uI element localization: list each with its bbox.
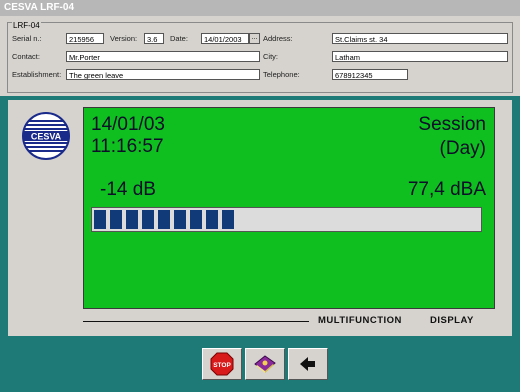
info-form: LRF-04 Serial n.: 215956 Version: 3.6 Da… xyxy=(0,16,520,96)
address-label: Address: xyxy=(263,34,293,43)
manual-button[interactable] xyxy=(245,348,285,380)
establishment-label: Establishment: xyxy=(12,70,62,79)
caption-divider xyxy=(83,321,309,322)
date-label: Date: xyxy=(170,34,188,43)
display-time: 11:16:57 xyxy=(91,136,164,157)
level-bar xyxy=(91,207,482,232)
display-panel: CESVA 14/01/03 11:16:57 Session (Day) -1… xyxy=(8,100,512,336)
date-field[interactable]: 14/01/2003 xyxy=(201,33,249,44)
logo-text: CESVA xyxy=(31,132,62,142)
contact-label: Contact: xyxy=(12,52,40,61)
book-icon xyxy=(254,355,276,373)
session-label: Session xyxy=(418,114,486,135)
level-bar-segment xyxy=(190,210,202,229)
level-bar-segment xyxy=(158,210,170,229)
arrow-left-icon xyxy=(300,357,315,371)
caption-multifunction: MULTIFUNCTION xyxy=(318,315,402,326)
caption-display: DISPLAY xyxy=(430,315,474,326)
level-bar-segment xyxy=(110,210,122,229)
back-button[interactable] xyxy=(288,348,328,380)
stop-icon: STOP xyxy=(210,352,234,376)
db-offset: -14 dB xyxy=(100,179,156,200)
window-title: CESVA LRF-04 xyxy=(0,0,520,16)
level-bar-segment xyxy=(94,210,106,229)
telephone-label: Telephone: xyxy=(263,70,300,79)
level-bar-segment xyxy=(222,210,234,229)
level-bar-segment xyxy=(126,210,138,229)
session-period: (Day) xyxy=(439,138,486,159)
version-field[interactable]: 3.6 xyxy=(144,33,164,44)
level-bar-segment xyxy=(142,210,154,229)
establishment-field[interactable]: The green leave xyxy=(66,69,260,80)
meter-screen: 14/01/03 11:16:57 Session (Day) -14 dB 7… xyxy=(83,107,495,309)
serial-label: Serial n.: xyxy=(12,34,42,43)
level-reading: 77,4 dBA xyxy=(407,179,486,200)
stop-label: STOP xyxy=(213,362,231,369)
version-label: Version: xyxy=(110,34,138,43)
level-bar-segment xyxy=(174,210,186,229)
contact-field[interactable]: Mr.Porter xyxy=(66,51,260,62)
toolbar: STOP xyxy=(202,348,330,380)
serial-field[interactable]: 215956 xyxy=(66,33,104,44)
cesva-logo: CESVA xyxy=(22,112,70,160)
telephone-field[interactable]: 678912345 xyxy=(332,69,408,80)
address-field[interactable]: St.Claims st. 34 xyxy=(332,33,508,44)
city-label: City: xyxy=(263,52,278,61)
city-field[interactable]: Latham xyxy=(332,51,508,62)
display-date: 14/01/03 xyxy=(91,114,165,135)
level-bar-segment xyxy=(206,210,218,229)
stop-button[interactable]: STOP xyxy=(202,348,242,380)
group-label: LRF-04 xyxy=(12,21,41,30)
date-picker-button[interactable]: ... xyxy=(249,33,260,44)
device-group: LRF-04 Serial n.: 215956 Version: 3.6 Da… xyxy=(7,21,513,93)
